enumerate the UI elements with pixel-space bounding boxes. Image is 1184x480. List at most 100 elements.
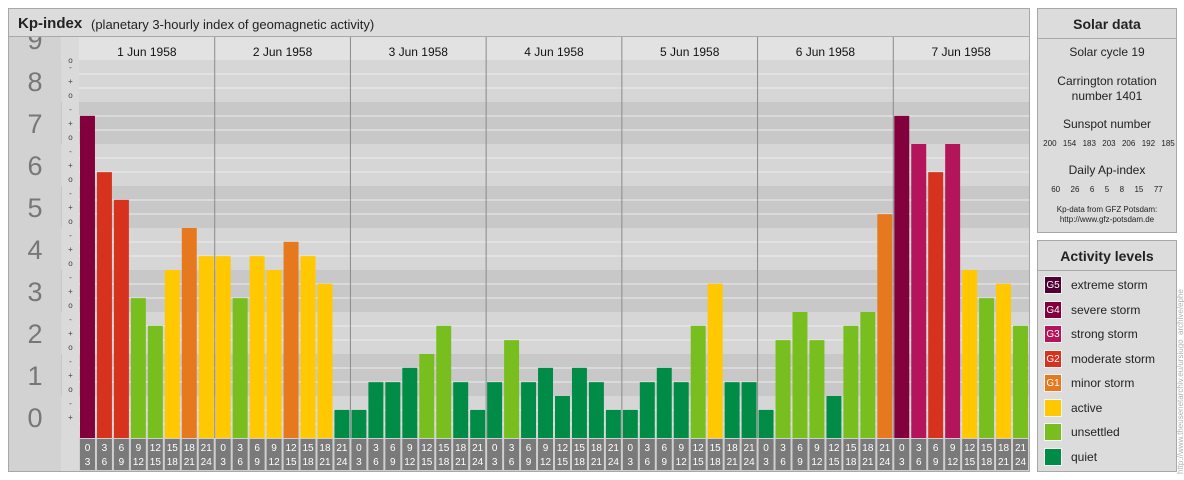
kp-bar (385, 382, 401, 438)
interval-end-label: 24 (201, 457, 213, 468)
interval-end-label: 18 (574, 457, 586, 468)
kp-bar (113, 199, 129, 438)
interval-start-label: 0 (899, 443, 905, 454)
legend-swatch: G3 (1044, 325, 1062, 343)
interval-start-label: 6 (797, 443, 803, 454)
interval-start-label: 12 (150, 443, 162, 454)
credit-url: http://www.gfz-potsdam.de (1059, 215, 1155, 224)
y-minor-mark: o (68, 133, 73, 142)
interval-end-label: 15 (421, 457, 433, 468)
interval-start-label: 15 (981, 443, 993, 454)
solar-panel-title: Solar data (1038, 9, 1176, 39)
interval-start-label: 15 (710, 443, 722, 454)
legend-label: moderate storm (1071, 351, 1156, 366)
kp-bar-chart: 1 Jun 1958 2 Jun 1958 3 Jun 1958 4 Jun 1958… (9, 37, 1029, 471)
interval-start-label: 12 (964, 443, 976, 454)
kp-bar (860, 312, 876, 438)
interval-start-label: 0 (492, 443, 498, 454)
sunspot-value: 200 (1043, 139, 1057, 148)
legend-label: unsettled (1071, 425, 1120, 439)
legend-item-minor-storm: G1 minor storm (1044, 374, 1174, 392)
legend-item-strong-storm: G3 strong storm (1044, 325, 1174, 343)
kp-bar (928, 172, 944, 438)
y-tick-label: 4 (27, 235, 42, 265)
interval-end-label: 6 (509, 457, 515, 468)
ap-value: 77 (1153, 185, 1163, 194)
interval-start-label: 18 (591, 443, 603, 454)
kp-bar (504, 340, 520, 438)
y-minor-mark: + (68, 161, 73, 170)
kp-bar (996, 283, 1012, 438)
kp-bar (622, 409, 638, 438)
interval-end-label: 9 (661, 457, 667, 468)
interval-end-label: 21 (319, 457, 331, 468)
activity-levels-panel: Activity levels G5 extreme storm G4 severe … (1037, 240, 1177, 472)
kp-bar (826, 396, 842, 438)
interval-start-label: 18 (727, 443, 739, 454)
sunspot-value: 203 (1102, 139, 1116, 148)
interval-start-label: 12 (693, 443, 705, 454)
interval-end-label: 6 (373, 457, 379, 468)
interval-end-label: 3 (763, 457, 769, 468)
kp-bar (249, 256, 265, 438)
y-minor-mark: o (68, 385, 73, 394)
y-minor-mark: - (69, 189, 72, 198)
interval-start-label: 15 (574, 443, 586, 454)
sunspot-value: 192 (1141, 139, 1156, 148)
legend-swatch (1044, 398, 1062, 417)
interval-start-label: 21 (608, 443, 620, 454)
legend-label: minor storm (1071, 376, 1135, 390)
interval-start-label: 0 (85, 443, 91, 454)
interval-start-label: 6 (526, 443, 532, 454)
kp-bar (588, 382, 604, 438)
interval-start-label: 3 (102, 443, 108, 454)
y-minor-mark: + (68, 329, 73, 338)
interval-start-label: 21 (1015, 443, 1027, 454)
sunspot-value: 183 (1082, 139, 1096, 148)
interval-start-label: 3 (509, 443, 515, 454)
kp-bar (571, 367, 587, 438)
legend-label: quiet (1071, 449, 1098, 464)
interval-start-label: 0 (628, 443, 634, 454)
y-minor-mark: + (68, 413, 73, 422)
y-tick-label: 3 (27, 277, 42, 307)
interval-end-label: 3 (220, 457, 226, 468)
interval-start-label: 12 (285, 443, 297, 454)
kp-bar (758, 409, 774, 438)
interval-end-label: 9 (797, 457, 803, 468)
interval-end-label: 15 (557, 457, 569, 468)
kp-bar (707, 283, 723, 438)
interval-start-label: 9 (271, 443, 277, 454)
ap-value: 5 (1104, 185, 1110, 194)
solar-cycle: Solar cycle 19 (1069, 45, 1145, 59)
interval-start-label: 18 (319, 443, 331, 454)
interval-end-label: 21 (591, 457, 603, 468)
kp-bar (945, 144, 961, 438)
kp-bar (402, 367, 418, 438)
interval-start-label: 21 (336, 443, 348, 454)
interval-end-label: 24 (336, 457, 348, 468)
y-minor-mark: + (68, 77, 73, 86)
sunspot-label: Sunspot number (1062, 117, 1152, 131)
kp-bar (164, 270, 180, 438)
interval-end-label: 18 (981, 457, 993, 468)
interval-start-label: 3 (916, 443, 922, 454)
interval-start-label: 18 (184, 443, 196, 454)
kp-bar (656, 367, 672, 438)
interval-end-label: 12 (269, 457, 281, 468)
interval-start-label: 21 (879, 443, 891, 454)
sunspot-value: 185 (1161, 139, 1175, 148)
interval-start-label: 21 (744, 443, 756, 454)
interval-start-label: 3 (237, 443, 243, 454)
interval-end-label: 21 (455, 457, 467, 468)
y-minor-mark: o (68, 343, 73, 352)
day-label: 1 Jun 1958 (117, 45, 177, 59)
legend-label: extreme storm (1071, 278, 1148, 292)
interval-start-label: 6 (254, 443, 260, 454)
y-minor-mark: - (69, 315, 72, 324)
kp-level-band (61, 102, 1029, 144)
interval-end-label: 18 (845, 457, 857, 468)
interval-end-label: 3 (628, 457, 634, 468)
interval-start-label: 9 (678, 443, 684, 454)
kp-bar (419, 354, 435, 438)
